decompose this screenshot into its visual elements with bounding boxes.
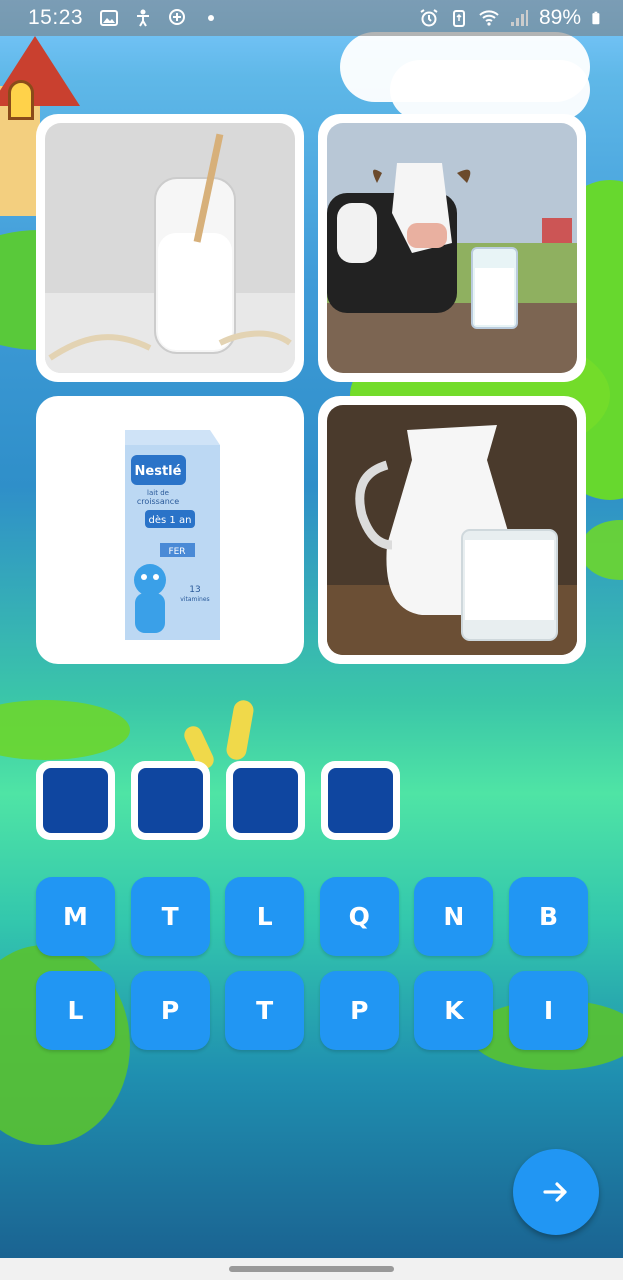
letter-keyboard: MTLQNBLPTPKI [36, 877, 588, 1050]
image-tile-milk-bottle [36, 114, 304, 382]
status-time: 15:23 [28, 6, 84, 29]
plus-circle-icon [169, 9, 186, 25]
answer-slot[interactable] [226, 761, 305, 840]
image-tile-cow [318, 114, 586, 382]
carton-line1: lait de [147, 489, 169, 497]
image-tile-milk-jug [318, 396, 586, 664]
answer-slot-letter [233, 768, 298, 833]
letter-key[interactable]: P [319, 971, 399, 1050]
answer-slot[interactable] [131, 761, 210, 840]
dot-icon [208, 15, 215, 21]
letter-key[interactable]: K [414, 971, 494, 1050]
alarm-icon [420, 9, 438, 27]
recycle-icon [452, 10, 465, 27]
home-gesture-handle[interactable] [229, 1266, 394, 1272]
battery-icon [592, 11, 600, 25]
status-bar: 15:23 89% [0, 0, 623, 36]
carton-age: dès 1 an [149, 514, 192, 526]
answer-slot-letter [138, 768, 203, 833]
image-tile-milk-carton: Nestlé lait de croissance dès 1 an FER 1… [36, 396, 304, 664]
letter-key[interactable]: T [130, 877, 210, 956]
milk-carton-image: Nestlé lait de croissance dès 1 an FER 1… [45, 405, 295, 655]
milk-jug-image [327, 405, 577, 655]
letter-key[interactable]: T [225, 971, 305, 1050]
answer-slot-letter [43, 768, 108, 833]
reed [224, 698, 256, 762]
answer-slot-letter [328, 768, 393, 833]
carton-badge: FER [168, 547, 185, 557]
letter-key[interactable]: L [36, 971, 115, 1050]
letter-key[interactable]: M [36, 877, 115, 956]
cow-with-milk-image [327, 123, 577, 373]
answer-slot[interactable] [36, 761, 115, 840]
answer-slot[interactable] [321, 761, 400, 840]
letter-key[interactable]: I [508, 971, 588, 1050]
next-button[interactable] [513, 1149, 599, 1235]
wifi-icon [479, 10, 499, 26]
answer-slots [36, 761, 400, 840]
letter-key[interactable]: N [414, 877, 494, 956]
arrow-right-icon [543, 1182, 567, 1202]
letter-key[interactable]: B [508, 877, 588, 956]
carton-brand: Nestlé [135, 464, 182, 479]
letter-key[interactable]: L [225, 877, 305, 956]
milk-bottle-image [45, 123, 295, 373]
letter-key[interactable]: Q [319, 877, 399, 956]
gallery-icon [100, 10, 119, 26]
carton-line2: croissance [137, 497, 179, 506]
accessibility-icon [137, 9, 150, 27]
signal-icon [510, 10, 528, 26]
carton-vit: 13 [189, 585, 200, 595]
carton-vit-label: vitamines [180, 596, 209, 603]
battery-percent: 89% [538, 6, 581, 29]
letter-key[interactable]: P [130, 971, 210, 1050]
